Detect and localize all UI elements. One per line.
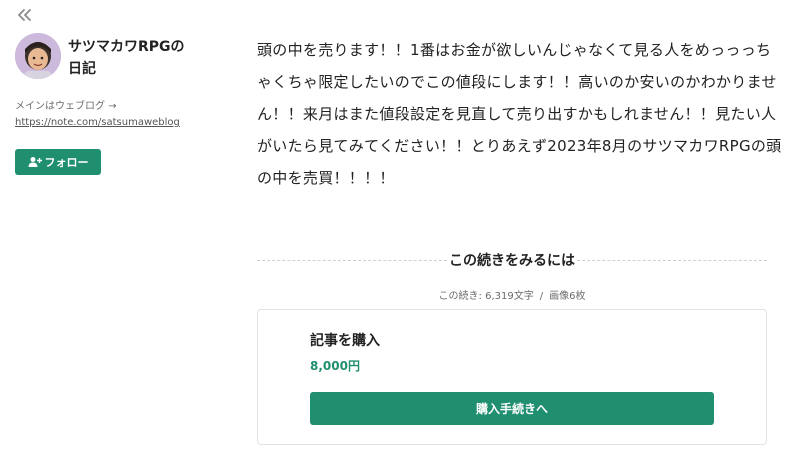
double-chevron-left-icon <box>18 9 31 21</box>
divider-line-right <box>577 260 767 261</box>
blog-title-line2: 日記 <box>68 61 96 77</box>
collapse-sidebar-button[interactable] <box>14 6 38 26</box>
meta-separator: / <box>539 291 544 302</box>
purchase-button[interactable]: 購入手続きへ <box>310 392 714 425</box>
profile-note: メインはウェブログ → <box>15 101 117 112</box>
paywall-meta: この続き: 6,319文字 / 画像6枚 <box>257 287 767 302</box>
image-count: 画像6枚 <box>549 291 586 302</box>
purchase-card-title: 記事を購入 <box>310 333 380 349</box>
purchase-card: 記事を購入 8,000円 購入手続きへ <box>257 309 767 445</box>
price: 8,000円 <box>310 359 360 373</box>
paywall-divider: この続きをみるには <box>257 248 767 272</box>
follow-button[interactable]: フォロー <box>15 149 101 175</box>
follow-label: フォロー <box>44 156 89 169</box>
article-body: 頭の中を売ります！！1番はお金が欲しいんじゃなくて見る人をめっっっちゃくちゃ限定… <box>257 41 782 187</box>
profile-link[interactable]: https://note.com/satsumaweblog <box>15 115 180 131</box>
purchase-button-label: 購入手続きへ <box>475 402 548 416</box>
avatar[interactable] <box>15 33 61 79</box>
blog-title-line1: サツマカワRPGの <box>68 39 185 55</box>
user-plus-icon <box>28 157 42 167</box>
blog-title[interactable]: サツマカワRPGの 日記 <box>68 36 218 80</box>
remaining-chars: この続き: 6,319文字 <box>438 291 534 302</box>
